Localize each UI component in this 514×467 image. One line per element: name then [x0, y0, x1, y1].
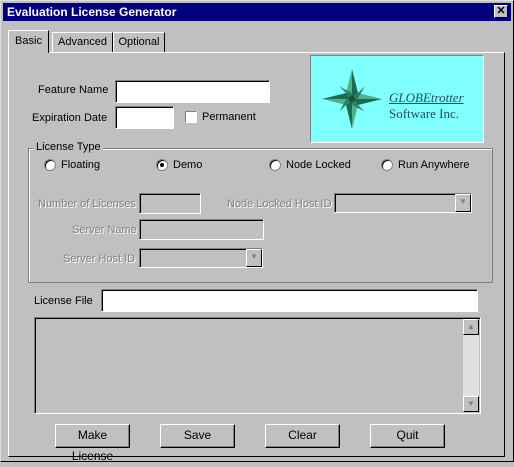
quit-label: Quit	[396, 428, 419, 442]
license-generator-window: Evaluation License Generator ✕ Basic Adv…	[0, 0, 514, 463]
permanent-label: Permanent	[202, 111, 256, 123]
number-of-licenses-input[interactable]	[139, 193, 201, 214]
node-locked-host-id-combo[interactable]: ▼	[334, 193, 472, 213]
title-bar: Evaluation License Generator ✕	[3, 3, 511, 21]
feature-name-input[interactable]	[115, 80, 270, 103]
tab-advanced-label: Advanced	[58, 36, 107, 48]
demo-label: Demo	[173, 159, 203, 171]
server-name-label: Server Name	[72, 224, 137, 236]
tab-optional[interactable]: Optional	[113, 32, 165, 52]
license-file-label: License File	[34, 295, 93, 307]
tab-optional-label: Optional	[118, 36, 160, 48]
save-button[interactable]: Save	[160, 424, 235, 448]
demo-radio[interactable]	[156, 159, 168, 171]
server-host-id-combo[interactable]: ▼	[139, 248, 263, 268]
scroll-down-icon[interactable]: ▼	[463, 396, 479, 412]
close-icon: ✕	[496, 5, 506, 17]
window-title: Evaluation License Generator	[7, 5, 177, 19]
expiration-date-input[interactable]	[115, 106, 174, 129]
compass-rose-icon	[322, 69, 382, 129]
quit-button[interactable]: Quit	[370, 424, 445, 448]
server-name-input[interactable]	[139, 219, 264, 240]
save-label: Save	[183, 428, 212, 442]
expiration-date-label: Expiration Date	[32, 112, 108, 124]
chevron-down-icon[interactable]: ▼	[455, 194, 471, 212]
floating-label: Floating	[61, 159, 101, 171]
node-locked-label: Node Locked	[286, 159, 351, 171]
tab-basic-label: Basic	[15, 35, 42, 47]
clear-button[interactable]: Clear	[265, 424, 340, 448]
license-type-title: License Type	[34, 141, 103, 153]
run-anywhere-label: Run Anywhere	[398, 159, 470, 171]
tab-basic[interactable]: Basic	[8, 30, 49, 53]
globetrotter-logo: GLOBEtrotter Software Inc.	[310, 55, 484, 143]
license-output-textarea[interactable]	[34, 317, 481, 414]
run-anywhere-radio[interactable]	[381, 159, 393, 171]
make-license-label: Make License	[71, 428, 114, 463]
server-host-id-label: Server Host ID	[63, 253, 136, 265]
node-locked-radio[interactable]	[269, 159, 281, 171]
logo-text-software-inc: Software Inc.	[389, 106, 460, 121]
output-scrollbar[interactable]: ▲ ▼	[463, 319, 479, 412]
close-button[interactable]: ✕	[494, 5, 508, 18]
feature-name-label: Feature Name	[38, 84, 109, 96]
number-of-licenses-label: Number of Licenses	[38, 198, 136, 210]
clear-label: Clear	[288, 428, 317, 442]
license-file-input[interactable]	[101, 289, 478, 312]
chevron-down-icon[interactable]: ▼	[246, 249, 262, 267]
node-locked-host-id-label: Node Locked Host ID	[227, 198, 332, 210]
tab-advanced[interactable]: Advanced	[52, 32, 113, 52]
make-license-button[interactable]: Make License	[55, 424, 130, 463]
permanent-checkbox[interactable]	[185, 111, 197, 123]
scroll-up-icon[interactable]: ▲	[463, 319, 479, 335]
floating-radio[interactable]	[44, 159, 56, 171]
logo-text-globetrotter: GLOBEtrotter	[389, 90, 464, 105]
